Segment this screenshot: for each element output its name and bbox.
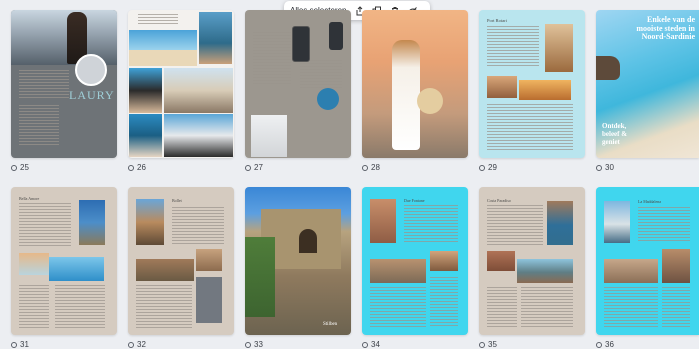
page-number-30: 30	[596, 163, 614, 172]
bay-photo	[547, 201, 573, 245]
greenery	[245, 237, 275, 317]
tower-photo	[662, 249, 690, 283]
city-photo	[545, 24, 573, 72]
yacht-photo	[164, 114, 233, 157]
page-thumbnail-25[interactable]: LAURY	[11, 10, 117, 158]
page-title: Due Fontane	[404, 198, 425, 203]
coastline-photo	[517, 259, 573, 283]
page-thumbnail-29[interactable]: Port Rotari	[479, 10, 585, 158]
comment-icon	[479, 164, 485, 171]
page-thumbnail-31[interactable]: Bella Amore	[11, 187, 117, 335]
cover-title: Enkele van de mooiste steden in Noord-Sa…	[636, 15, 695, 41]
rocks-photo	[487, 251, 515, 271]
round-photo	[75, 54, 107, 86]
page-thumbnail-26[interactable]	[128, 10, 234, 158]
doorway-photo	[370, 199, 396, 243]
circle-photo	[317, 88, 339, 110]
cliff-town-photo	[164, 68, 233, 113]
woman-photo	[199, 12, 232, 64]
page-number-29: 29	[479, 163, 497, 172]
page-title: Bella Amore	[19, 196, 40, 201]
comment-icon	[128, 164, 134, 171]
straw-hat	[417, 88, 443, 114]
page-number-27: 27	[245, 163, 263, 172]
page-title: Costa Paradiso	[487, 198, 511, 203]
comment-icon	[245, 164, 251, 171]
arch-doorway	[299, 229, 317, 253]
page-thumbnail-32[interactable]: Bollet	[128, 187, 234, 335]
grey-block	[196, 277, 222, 323]
cover-subtitle: Ontdek, beleef & geniet	[602, 122, 628, 146]
street-photo	[370, 259, 426, 283]
page-title: Bollet	[172, 198, 182, 203]
rock-formation	[596, 56, 620, 80]
woman-white-dress	[392, 40, 420, 150]
beach-photo	[129, 30, 197, 66]
page-title: Port Rotari	[487, 18, 507, 23]
page-thumbnail-35[interactable]: Costa Paradiso	[479, 187, 585, 335]
phone-image	[292, 26, 310, 62]
tower-photo	[136, 199, 164, 245]
cover-text: LAURY	[69, 88, 115, 102]
page-title: La Maddalena	[638, 199, 661, 204]
page-number-25: 25	[11, 163, 29, 172]
harbor-photo	[604, 201, 630, 243]
page-thumbnail-34[interactable]: Due Fontane	[362, 187, 468, 335]
page-thumbnail-28[interactable]	[362, 10, 468, 158]
town-photo	[136, 259, 194, 281]
street-photo-a	[487, 76, 517, 98]
boat-photo	[129, 114, 162, 157]
alley-photo	[196, 249, 222, 271]
comment-icon	[362, 164, 368, 171]
page-number-28: 28	[362, 163, 380, 172]
page-thumbnail-36[interactable]: La Maddalena	[596, 187, 699, 335]
comment-icon	[596, 164, 602, 171]
friends-photo	[129, 68, 162, 113]
page-thumbnail-27[interactable]	[245, 10, 351, 158]
photographer-photo	[251, 115, 287, 157]
square-photo	[430, 251, 458, 271]
alley-photo	[604, 259, 658, 283]
page-thumbnail-30[interactable]: Enkele van de mooiste steden in Noord-Sa…	[596, 10, 699, 158]
photo-caption: Stilben	[323, 322, 338, 327]
beach-photo	[19, 253, 49, 275]
coast-photo	[79, 200, 105, 245]
dolphin-photo	[49, 257, 104, 281]
street-photo-b	[519, 80, 571, 100]
comment-icon	[11, 164, 17, 171]
page-number-26: 26	[128, 163, 146, 172]
phone-image-2	[329, 22, 343, 50]
page-thumbnail-33[interactable]: Stilben	[245, 187, 351, 335]
